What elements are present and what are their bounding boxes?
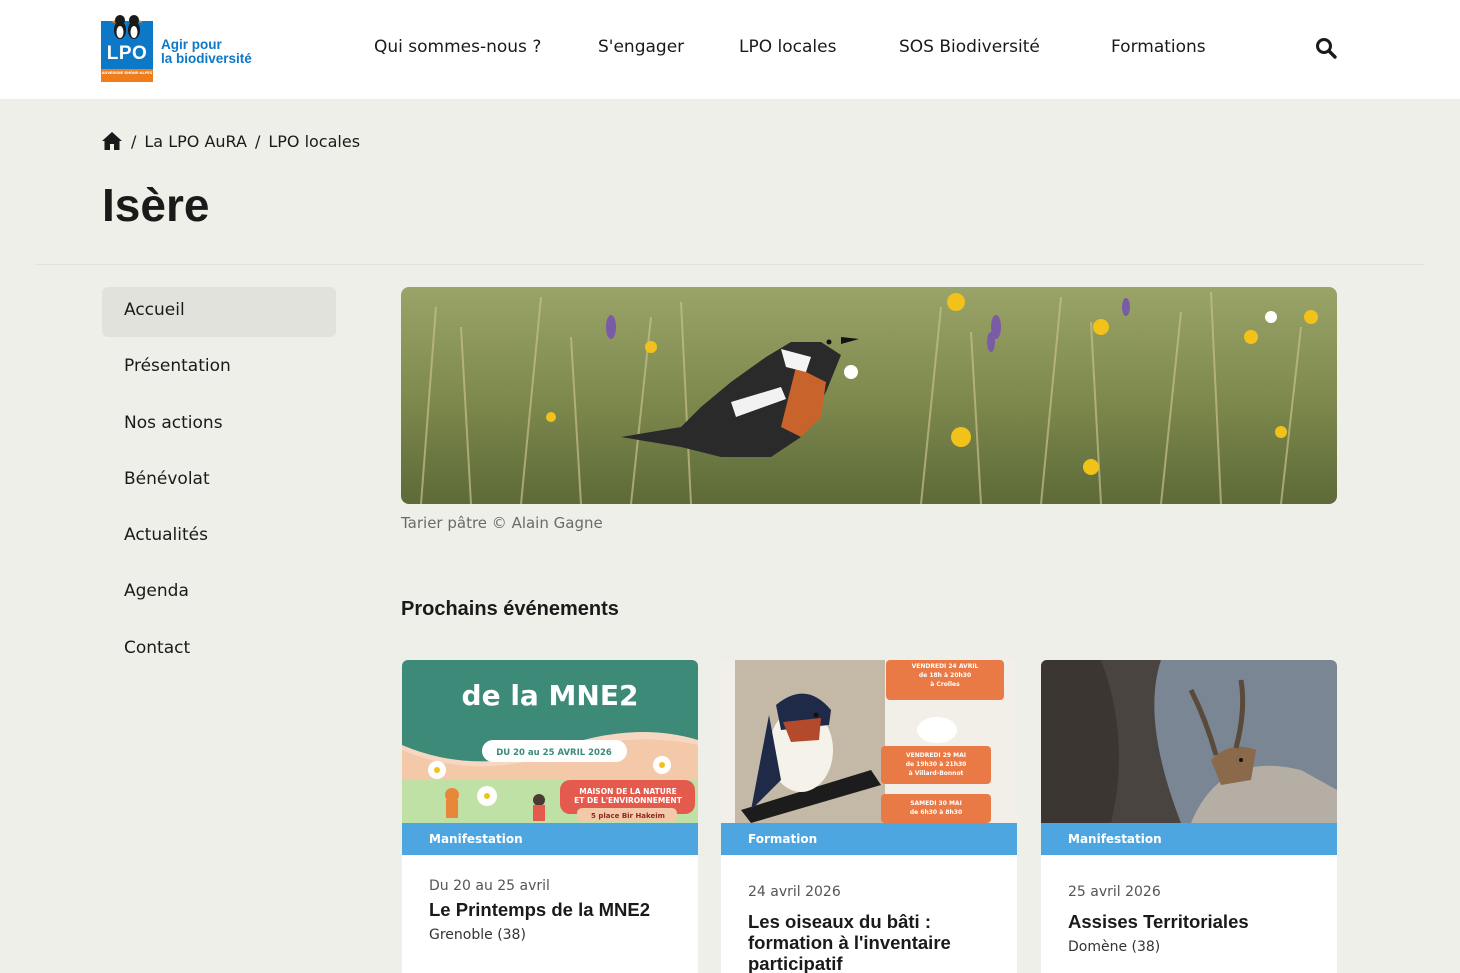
stonechat-photo [401,287,1337,504]
logo-mark: LPO AUVERGNE RHÔNE-ALPES [101,15,153,82]
poster-session2-day: VENDREDI 29 MAI [906,752,966,759]
event-title[interactable]: Le Printemps de la MNE2 [429,899,679,920]
event-card[interactable]: Manifestation 25 avril 2026 Assises Terr… [1041,660,1337,973]
breadcrumb-separator: / [254,131,261,151]
sidebar-item-benevolat[interactable]: Bénévolat [102,456,336,506]
event-photo-ibex [1041,660,1337,823]
sidebar-item-actualites[interactable]: Actualités [102,512,336,562]
event-location: Grenoble (38) [429,927,526,943]
event-poster-oiseaux-bati: VENDREDI 24 AVRIL de 18h à 20h30 à Croll… [721,660,1017,823]
events-section-title: Prochains événements [401,598,619,620]
event-poster-mne2: de la MNE2 DU 20 au 25 AVRIL 2026 MAISON… [402,660,698,823]
poster-session3-day: SAMEDI 30 MAI [910,800,962,807]
search-icon[interactable] [1314,36,1338,60]
home-icon[interactable] [101,131,123,151]
poster-headline: de la MNE2 [462,679,639,712]
event-category-badge: Manifestation [1041,823,1337,855]
poster-session2-place: à Villard-Bonnot [909,770,964,777]
hero-caption: Tarier pâtre © Alain Gagne [401,514,603,532]
poster-address: 5 place Bir Hakeim [591,812,665,820]
sidebar-item-accueil[interactable]: Accueil [102,287,336,337]
event-location: Domène (38) [1068,939,1161,955]
sidebar-nav: Accueil Présentation Nos actions Bénévol… [102,287,336,681]
event-category-badge: Manifestation [402,823,698,855]
nav-item-formations[interactable]: Formations [1111,37,1206,57]
sidebar-item-nos-actions[interactable]: Nos actions [102,400,336,450]
event-date: 25 avril 2026 [1068,884,1161,900]
nav-item-lpo-locales[interactable]: LPO locales [739,37,836,57]
event-category-badge: Formation [721,823,1017,855]
nav-item-qui-sommes-nous[interactable]: Qui sommes-nous ? [374,37,541,57]
poster-venue-line2: ET DE L'ENVIRONNEMENT [574,796,683,805]
site-logo[interactable]: LPO AUVERGNE RHÔNE-ALPES Agir pour la bi… [101,15,271,84]
event-title[interactable]: Assises Territoriales [1068,911,1318,932]
breadcrumb-separator: / [131,131,137,151]
logo-tagline-line2: la biodiversité [161,51,252,66]
site-header: LPO AUVERGNE RHÔNE-ALPES Agir pour la bi… [0,0,1460,99]
section-divider [36,264,1424,265]
event-date: 24 avril 2026 [748,884,841,900]
poster-session1-place: à Crolles [930,681,960,688]
poster-session1-day: VENDREDI 24 AVRIL [912,663,979,670]
puffins-icon [111,15,143,39]
event-card[interactable]: de la MNE2 DU 20 au 25 AVRIL 2026 MAISON… [402,660,698,973]
logo-tagline-line1: Agir pour [161,37,222,52]
poster-venue-line1: MAISON DE LA NATURE [579,787,676,796]
breadcrumb: / La LPO AuRA / LPO locales [101,130,360,152]
poster-session3-time: de 6h30 à 8h30 [910,809,962,816]
poster-dates: DU 20 au 25 AVRIL 2026 [496,748,612,758]
event-date: Du 20 au 25 avril [429,878,550,894]
logo-region-text: AUVERGNE RHÔNE-ALPES [101,71,153,75]
nav-item-sos-biodiversite[interactable]: SOS Biodiversité [899,37,1040,57]
event-title[interactable]: Les oiseaux du bâti : formation à l'inve… [748,911,998,973]
hero-image [401,287,1337,504]
logo-tagline: Agir pour la biodiversité [161,38,252,66]
sidebar-item-presentation[interactable]: Présentation [102,343,336,393]
logo-lpo-text: LPO [106,43,148,64]
sidebar-item-contact[interactable]: Contact [102,625,336,675]
breadcrumb-item-lpo-locales[interactable]: LPO locales [268,132,360,151]
page-title: Isère [102,179,210,231]
poster-session1-time: de 18h à 20h30 [919,672,971,679]
poster-session2-time: de 19h30 à 21h30 [906,761,967,768]
breadcrumb-item-lpo-aura[interactable]: La LPO AuRA [144,132,247,151]
sidebar-item-agenda[interactable]: Agenda [102,568,336,618]
nav-item-sengager[interactable]: S'engager [598,37,684,57]
event-card[interactable]: VENDREDI 24 AVRIL de 18h à 20h30 à Croll… [721,660,1017,973]
